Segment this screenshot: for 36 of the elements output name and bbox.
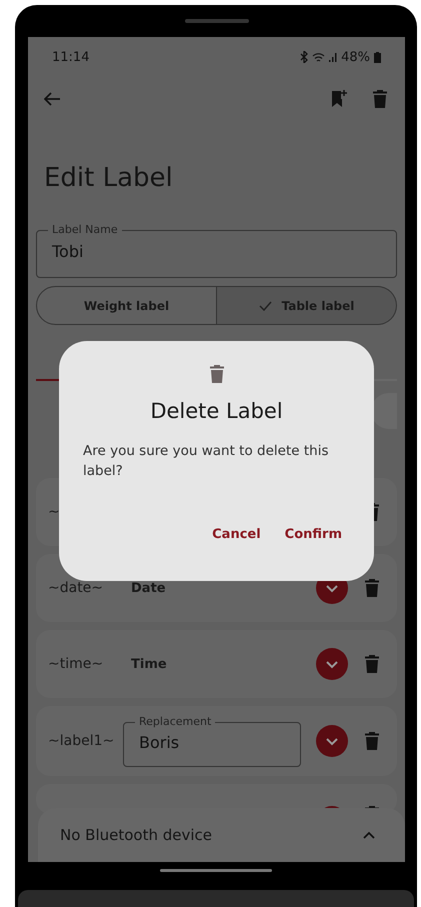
replacement-field[interactable]: Replacement Boris [123,715,301,767]
delete-icon[interactable] [373,90,387,108]
placeholder-name: Time [131,656,167,672]
trash-icon[interactable] [365,579,379,597]
placeholder-name: Date [131,580,166,596]
placeholder-key: ~ [48,504,131,520]
status-time: 11:14 [52,50,90,64]
bluetooth-sheet[interactable]: No Bluetooth device [38,808,405,862]
trash-icon[interactable] [365,732,379,750]
segment-button[interactable]: Weight label [36,286,217,325]
battery-percentage: 48% [341,50,370,64]
tab-indicator [36,379,60,381]
signal-icon [329,52,338,62]
battery-icon [374,52,381,62]
expand-button[interactable] [316,725,348,757]
bluetooth-icon [300,51,308,63]
confirm-button[interactable]: Confirm [276,521,350,548]
label-name-field[interactable]: Label Name Tobi [36,223,397,278]
trash-icon[interactable] [365,655,379,673]
back-arrow-icon[interactable] [44,92,60,106]
dialog-message: Are you sure you want to delete this label? [83,442,330,481]
bluetooth-status: No Bluetooth device [60,826,214,844]
expand-button[interactable] [316,648,348,680]
dialog-title: Delete Label [150,399,283,423]
check-icon [258,300,272,310]
page-title: Edit Label [44,163,174,193]
speaker-grille [185,19,249,23]
cancel-button[interactable]: Cancel [204,521,269,548]
placeholder-key: ~label1~ [48,733,123,749]
bookmark-add-icon[interactable] [332,90,347,108]
segment-button[interactable]: Table label [217,286,397,325]
wifi-icon [312,52,326,62]
expand-caret-icon[interactable] [363,831,375,839]
placeholder-key: ~time~ [48,656,131,672]
placeholder-key: ~date~ [48,580,131,596]
trash-icon [210,365,224,383]
